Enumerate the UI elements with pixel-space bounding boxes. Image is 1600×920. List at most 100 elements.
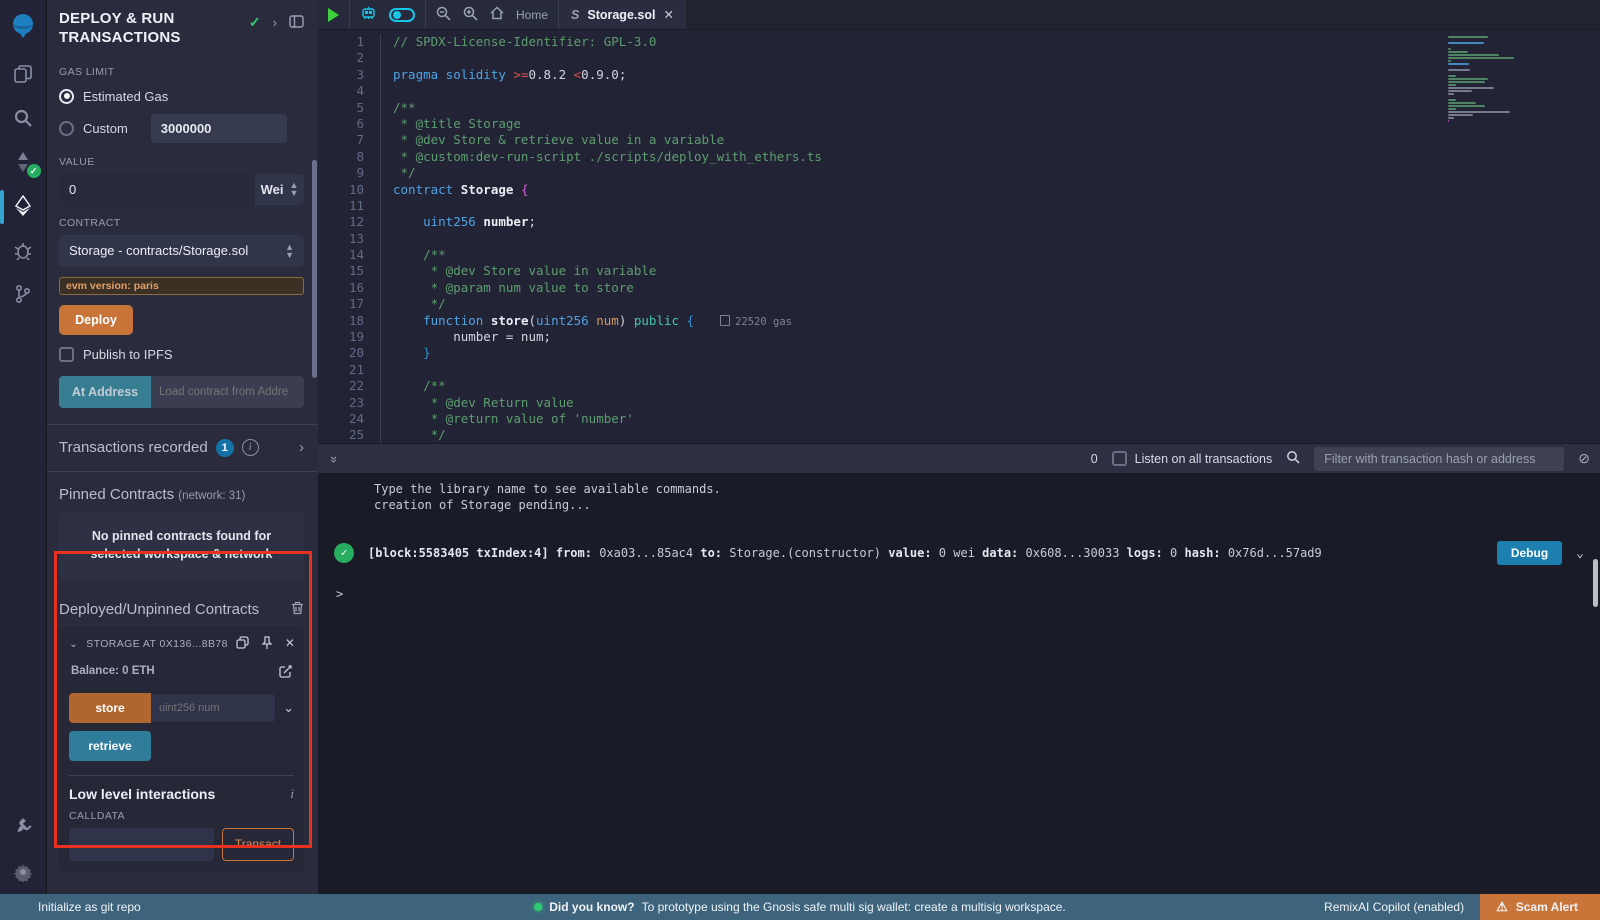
code-line[interactable]: 13 bbox=[318, 231, 1600, 247]
git-icon[interactable] bbox=[0, 272, 47, 316]
store-arg-input[interactable] bbox=[151, 694, 275, 722]
deploy-and-run-icon[interactable] bbox=[0, 184, 47, 228]
code-editor[interactable]: 1// SPDX-License-Identifier: GPL-3.023pr… bbox=[318, 30, 1600, 443]
home-tab-label[interactable]: Home bbox=[516, 8, 548, 22]
custom-gas-input[interactable] bbox=[151, 114, 287, 143]
code-line[interactable]: 15 * @dev Store value in variable bbox=[318, 263, 1600, 279]
expand-args-icon[interactable]: ⌄ bbox=[283, 700, 294, 716]
code-line[interactable]: 6 * @title Storage bbox=[318, 116, 1600, 132]
code-line[interactable]: 3pragma solidity >=0.8.2 <0.9.0; bbox=[318, 67, 1600, 83]
code-line[interactable]: 19 number = num; bbox=[318, 329, 1600, 345]
close-tab-icon[interactable]: ✕ bbox=[663, 7, 673, 22]
code-line[interactable]: 9 */ bbox=[318, 165, 1600, 181]
code-line[interactable]: 23 * @dev Return value bbox=[318, 395, 1600, 411]
code-line[interactable]: 12 uint256 number; bbox=[318, 214, 1600, 230]
ai-toggle-switch[interactable] bbox=[389, 8, 415, 22]
store-function-button[interactable]: store bbox=[69, 693, 151, 723]
copilot-status-label[interactable]: RemixAI Copilot (enabled) bbox=[1324, 900, 1464, 914]
code-line[interactable]: 5/** bbox=[318, 100, 1600, 116]
pin-panel-icon[interactable] bbox=[289, 15, 304, 31]
contract-select[interactable]: Storage - contracts/Storage.sol ▲▼ bbox=[59, 235, 304, 267]
debugger-icon[interactable] bbox=[0, 228, 47, 272]
settings-icon[interactable] bbox=[0, 850, 47, 894]
gas-estimate-annotation: 22520 gas bbox=[720, 316, 792, 328]
code-line[interactable]: 24 * @return value of 'number' bbox=[318, 411, 1600, 427]
terminal[interactable]: Type the library name to see available c… bbox=[318, 473, 1600, 894]
chevron-down-icon[interactable]: ⌄ bbox=[69, 638, 78, 650]
terminal-search-icon[interactable] bbox=[1286, 450, 1300, 467]
lightbulb-icon bbox=[534, 903, 542, 911]
code-line[interactable]: 17 */ bbox=[318, 296, 1600, 312]
edit-balance-icon[interactable] bbox=[279, 665, 292, 681]
code-line[interactable]: 11 bbox=[318, 198, 1600, 214]
ai-assistant-icon[interactable] bbox=[360, 5, 377, 24]
panel-scrollbar[interactable] bbox=[312, 160, 317, 378]
pinned-empty-card: No pinned contracts found for selected w… bbox=[59, 511, 304, 579]
code-line[interactable]: 22 /** bbox=[318, 378, 1600, 394]
code-line[interactable]: 4 bbox=[318, 83, 1600, 99]
run-script-icon[interactable] bbox=[328, 8, 339, 22]
pinned-contracts-title: Pinned Contracts (network: 31) bbox=[59, 474, 304, 511]
at-address-button[interactable]: At Address bbox=[59, 376, 151, 408]
info-icon[interactable]: i bbox=[242, 439, 259, 456]
deployed-contracts-title: Deployed/Unpinned Contracts bbox=[59, 601, 259, 618]
transactions-count-badge: 1 bbox=[216, 439, 234, 457]
deploy-run-panel: DEPLOY & RUN TRANSACTIONS ✓ › GAS LIMIT … bbox=[47, 0, 318, 894]
warning-icon: ⚠ bbox=[1496, 899, 1508, 915]
pin-contract-icon[interactable] bbox=[261, 636, 273, 653]
solidity-compiler-icon[interactable]: ✓ bbox=[0, 140, 47, 184]
code-line[interactable]: 2 bbox=[318, 50, 1600, 66]
code-line[interactable]: 20 } bbox=[318, 345, 1600, 361]
remove-contract-icon[interactable]: ✕ bbox=[285, 636, 295, 653]
code-line[interactable]: 10contract Storage { bbox=[318, 182, 1600, 198]
value-input[interactable] bbox=[59, 174, 255, 205]
clear-filter-icon[interactable]: ⊘ bbox=[1578, 450, 1590, 467]
code-line[interactable]: 8 * @custom:dev-run-script ./scripts/dep… bbox=[318, 149, 1600, 165]
zoom-out-icon[interactable] bbox=[436, 6, 451, 24]
code-line[interactable]: 7 * @dev Store & retrieve value in a var… bbox=[318, 132, 1600, 148]
tab-storage-sol[interactable]: S Storage.sol ✕ bbox=[559, 0, 686, 29]
scam-alert-button[interactable]: ⚠ Scam Alert bbox=[1480, 894, 1600, 920]
deploy-button[interactable]: Deploy bbox=[59, 305, 133, 335]
home-icon[interactable] bbox=[490, 6, 504, 23]
info-icon[interactable]: i bbox=[290, 786, 294, 802]
calldata-input[interactable] bbox=[69, 828, 214, 861]
filter-input[interactable] bbox=[1314, 447, 1564, 471]
value-unit-select[interactable]: Wei ▲▼ bbox=[255, 174, 304, 205]
code-line[interactable]: 21 bbox=[318, 362, 1600, 378]
copy-address-icon[interactable] bbox=[236, 636, 249, 653]
panel-check-icon: ✓ bbox=[249, 14, 261, 31]
trash-icon[interactable] bbox=[291, 601, 304, 618]
file-explorer-icon[interactable] bbox=[0, 52, 47, 96]
listen-all-checkbox[interactable]: Listen on all transactions bbox=[1112, 451, 1273, 466]
expand-log-icon[interactable]: ⌄ bbox=[1576, 546, 1584, 561]
estimated-gas-radio[interactable]: Estimated Gas bbox=[59, 89, 304, 104]
custom-gas-radio[interactable]: Custom bbox=[59, 114, 304, 143]
plugin-manager-icon[interactable] bbox=[0, 806, 47, 850]
chevron-right-icon[interactable]: › bbox=[299, 439, 304, 456]
transaction-log-row[interactable]: ✓ [block:5583405 txIndex:4] from: 0xa03.… bbox=[318, 535, 1600, 571]
remix-logo-icon[interactable] bbox=[0, 0, 47, 52]
divider bbox=[69, 775, 294, 776]
minimap[interactable] bbox=[1448, 36, 1520, 123]
terminal-prompt[interactable]: > bbox=[318, 571, 1600, 601]
transact-button[interactable]: Transact bbox=[222, 828, 294, 861]
expand-terminal-icon[interactable]: » bbox=[327, 456, 342, 461]
git-init-label[interactable]: Initialize as git repo bbox=[38, 900, 141, 914]
code-line[interactable]: 16 * @param num value to store bbox=[318, 280, 1600, 296]
code-line[interactable]: 1// SPDX-License-Identifier: GPL-3.0 bbox=[318, 34, 1600, 50]
code-line[interactable]: 18 function store(uint256 num) public {2… bbox=[318, 313, 1600, 329]
retrieve-function-button[interactable]: retrieve bbox=[69, 731, 151, 761]
pinned-network-label: (network: 31) bbox=[178, 490, 245, 502]
debug-button[interactable]: Debug bbox=[1497, 541, 1562, 565]
publish-ipfs-checkbox[interactable]: Publish to IPFS bbox=[59, 347, 304, 362]
terminal-scrollbar[interactable] bbox=[1593, 559, 1598, 607]
search-icon[interactable] bbox=[0, 96, 47, 140]
updown-arrows-icon: ▲▼ bbox=[289, 181, 298, 197]
collapse-panel-icon[interactable]: › bbox=[273, 15, 277, 30]
code-line[interactable]: 25 */ bbox=[318, 427, 1600, 443]
zoom-in-icon[interactable] bbox=[463, 6, 478, 24]
transactions-recorded-row[interactable]: Transactions recorded 1 i › bbox=[59, 427, 304, 469]
at-address-input[interactable] bbox=[151, 376, 304, 408]
code-line[interactable]: 14 /** bbox=[318, 247, 1600, 263]
